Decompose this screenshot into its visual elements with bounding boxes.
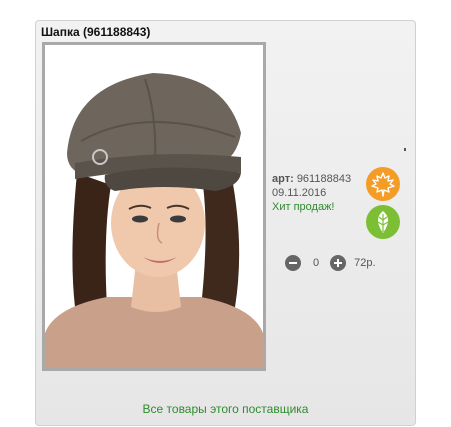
article-number: 961188843 (296, 173, 352, 185)
article-label: арт: (272, 173, 294, 185)
increase-button[interactable] (330, 255, 347, 271)
product-photo[interactable] (42, 42, 266, 371)
decrease-button[interactable] (285, 255, 301, 271)
quantity-value: 0 (313, 257, 320, 269)
minus-icon (289, 262, 297, 264)
product-info: арт: 961188843 09.11.2016 Хит продаж! (272, 172, 351, 214)
product-image (45, 45, 263, 368)
price-value: 72р. (354, 257, 376, 269)
product-date: 09.11.2016 (272, 187, 327, 199)
product-title: Шапка (961188843) (41, 25, 151, 39)
quantity-stepper: 0 72р. (285, 255, 376, 271)
separator-dot (404, 148, 406, 151)
plus-icon (334, 259, 343, 267)
leaf-icon (377, 211, 389, 233)
leaf-badge[interactable] (366, 205, 400, 239)
article-line: арт: 961188843 (272, 172, 351, 186)
maple-leaf-badge[interactable] (366, 167, 400, 201)
maple-leaf-icon (371, 172, 395, 197)
bestseller-label: Хит продаж! (272, 201, 335, 213)
supplier-products-link[interactable]: Все товары этого поставщика (35, 402, 416, 416)
